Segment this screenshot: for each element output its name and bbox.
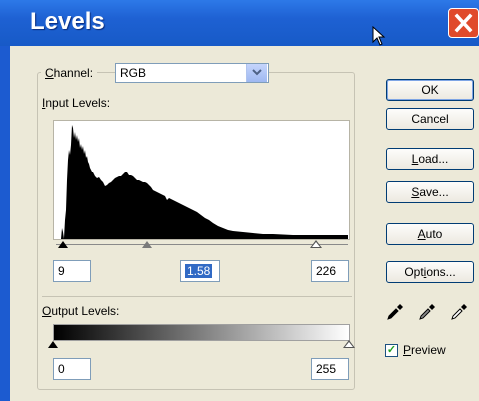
black-eyedropper-icon[interactable]	[386, 303, 404, 321]
input-white-slider-fill	[312, 242, 320, 247]
input-levels-label: Input Levels:	[42, 96, 111, 110]
input-black-value: 9	[58, 264, 65, 278]
channel-value: RGB	[120, 66, 147, 80]
input-slider-track	[56, 244, 348, 245]
histogram-graph	[61, 125, 348, 239]
input-black-field[interactable]: 9	[53, 260, 91, 282]
window-frame-inner	[10, 46, 12, 401]
input-gamma-slider[interactable]	[142, 241, 152, 248]
output-black-slider[interactable]	[48, 341, 58, 348]
options-button[interactable]: Options...	[386, 261, 474, 283]
input-white-value: 226	[316, 264, 337, 278]
input-gamma-field[interactable]: 1.58	[180, 260, 220, 282]
input-white-field[interactable]: 226	[311, 260, 349, 282]
close-button[interactable]	[448, 8, 479, 38]
preview-label[interactable]: Preview	[403, 343, 446, 357]
separator	[42, 296, 352, 297]
cancel-button[interactable]: Cancel	[386, 108, 474, 130]
output-levels-label: Output Levels:	[42, 304, 120, 318]
dropdown-arrow-icon[interactable]	[246, 64, 267, 82]
window-frame-left	[0, 46, 10, 401]
auto-button[interactable]: Auto	[386, 223, 474, 245]
close-icon	[454, 13, 473, 33]
output-black-field[interactable]: 0	[53, 358, 91, 380]
load-button[interactable]: Load...	[386, 148, 474, 170]
input-black-slider[interactable]	[58, 241, 68, 248]
output-white-slider-fill	[345, 342, 353, 347]
output-white-value: 255	[316, 362, 337, 376]
channel-label: Channel:	[41, 63, 98, 83]
output-black-value: 0	[58, 362, 65, 376]
window-title: Levels	[30, 8, 105, 35]
output-white-field[interactable]: 255	[311, 358, 349, 380]
cursor-icon	[372, 26, 386, 46]
input-gamma-value: 1.58	[185, 264, 213, 278]
white-eyedropper-icon[interactable]	[450, 303, 468, 321]
output-gradient	[53, 324, 350, 341]
gray-eyedropper-icon[interactable]	[418, 303, 436, 321]
ok-button[interactable]: OK	[386, 79, 474, 101]
preview-checkbox[interactable]: ✓	[385, 344, 398, 357]
save-button[interactable]: Save...	[386, 181, 474, 203]
